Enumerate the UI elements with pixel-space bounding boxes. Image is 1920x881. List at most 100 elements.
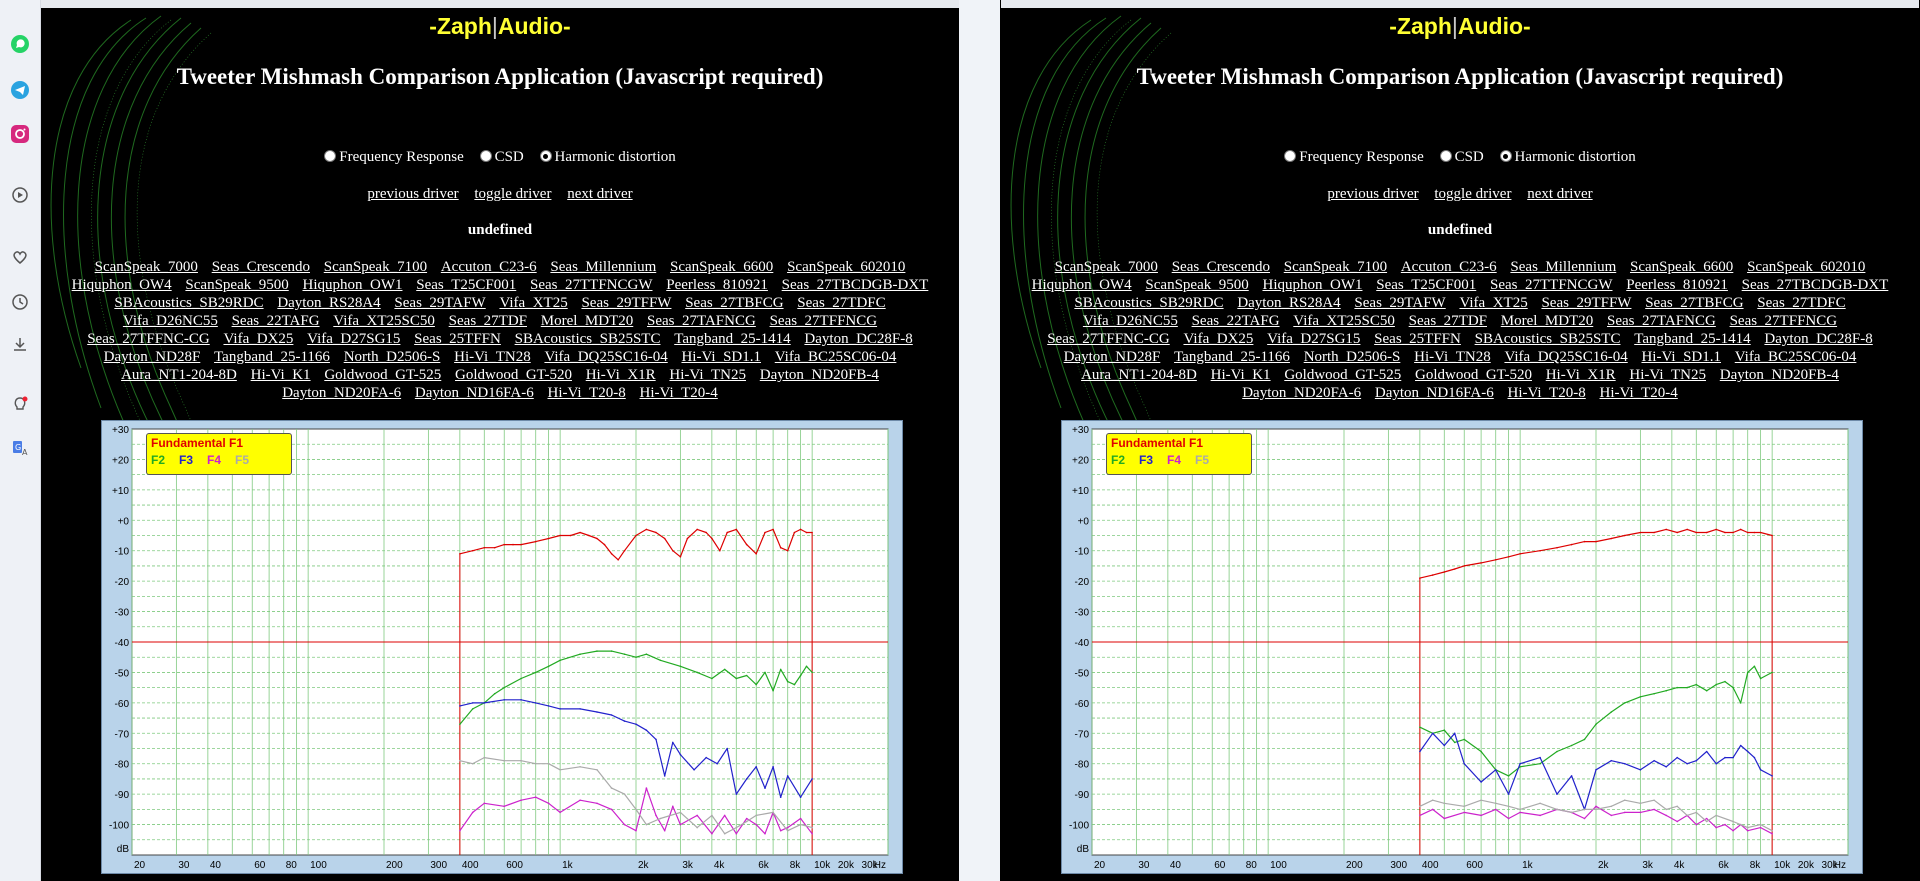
- radio-frequency-response[interactable]: [1284, 150, 1297, 162]
- mode-frequency-response[interactable]: Frequency Response: [324, 149, 464, 166]
- telegram-icon[interactable]: [10, 80, 30, 100]
- heart-icon[interactable]: [10, 247, 30, 267]
- driver-link[interactable]: Seas_29TFFW: [581, 295, 671, 311]
- site-logo[interactable]: -Zaph|Audio-: [41, 13, 959, 40]
- instagram-icon[interactable]: [10, 124, 30, 144]
- driver-link[interactable]: Vifa_D26NC55: [1083, 313, 1178, 329]
- mode-harmonic-distortion[interactable]: Harmonic distortion: [539, 149, 676, 166]
- driver-link[interactable]: Goldwood_GT-525: [1284, 367, 1401, 383]
- driver-link[interactable]: Seas_27TTFNCGW: [1490, 277, 1613, 293]
- driver-link[interactable]: North_D2506-S: [1304, 349, 1401, 365]
- driver-link[interactable]: Hi-Vi_K1: [1211, 367, 1271, 383]
- driver-link[interactable]: SBAcoustics_SB29RDC: [1074, 295, 1223, 311]
- radio-csd[interactable]: [479, 150, 492, 162]
- radio-csd[interactable]: [1439, 150, 1452, 162]
- driver-link[interactable]: Hi-Vi_T20-8: [548, 385, 626, 401]
- driver-link[interactable]: Seas_29TFFW: [1541, 295, 1631, 311]
- driver-link[interactable]: Hi-Vi_T20-4: [640, 385, 718, 401]
- driver-link[interactable]: Vifa_BC25SC06-04: [1735, 349, 1857, 365]
- driver-link[interactable]: Hi-Vi_T20-8: [1508, 385, 1586, 401]
- driver-link[interactable]: Goldwood_GT-525: [324, 367, 441, 383]
- driver-link[interactable]: Morel_MDT20: [1501, 313, 1594, 329]
- driver-link[interactable]: ScanSpeak_7100: [1284, 259, 1387, 275]
- driver-link[interactable]: Tangband_25-1414: [674, 331, 790, 347]
- driver-link[interactable]: Seas_25TFFN: [414, 331, 501, 347]
- driver-link[interactable]: Hiquphon_OW4: [1032, 277, 1132, 293]
- driver-link[interactable]: Seas_27TTFNCGW: [530, 277, 653, 293]
- driver-link[interactable]: Seas_Millennium: [1510, 259, 1616, 275]
- driver-link[interactable]: Tangband_25-1166: [214, 349, 330, 365]
- driver-link[interactable]: Goldwood_GT-520: [455, 367, 572, 383]
- next-driver-link[interactable]: next driver: [1527, 186, 1592, 202]
- download-icon[interactable]: [10, 334, 30, 354]
- previous-driver-link[interactable]: previous driver: [367, 186, 458, 202]
- driver-link[interactable]: Tangband_25-1166: [1174, 349, 1290, 365]
- driver-link[interactable]: Accuton_C23-6: [441, 259, 537, 275]
- driver-link[interactable]: Seas_27TFFNCG: [1730, 313, 1838, 329]
- driver-link[interactable]: Vifa_DX25: [1183, 331, 1253, 347]
- driver-link[interactable]: Hi-Vi_K1: [251, 367, 311, 383]
- mode-csd[interactable]: CSD: [479, 149, 524, 166]
- driver-link[interactable]: ScanSpeak_6600: [670, 259, 773, 275]
- driver-link[interactable]: Seas_27TFFNCG: [770, 313, 878, 329]
- driver-link[interactable]: Hi-Vi_SD1.1: [1641, 349, 1721, 365]
- driver-link[interactable]: Dayton_DC28F-8: [1764, 331, 1872, 347]
- driver-link[interactable]: Vifa_BC25SC06-04: [775, 349, 897, 365]
- toggle-driver-link[interactable]: toggle driver: [1434, 186, 1511, 202]
- driver-link[interactable]: ScanSpeak_602010: [787, 259, 905, 275]
- driver-link[interactable]: Hi-Vi_TN25: [669, 367, 746, 383]
- driver-link[interactable]: Seas_27TBCDGB-DXT: [782, 277, 929, 293]
- driver-link[interactable]: Dayton_ND20FB-4: [760, 367, 879, 383]
- driver-link[interactable]: SBAcoustics_SB25STC: [515, 331, 661, 347]
- next-driver-link[interactable]: next driver: [567, 186, 632, 202]
- driver-link[interactable]: North_D2506-S: [344, 349, 441, 365]
- driver-link[interactable]: Hiquphon_OW1: [302, 277, 402, 293]
- translate-icon[interactable]: GA: [10, 438, 30, 458]
- driver-link[interactable]: Seas_27TAFNCG: [647, 313, 756, 329]
- driver-link[interactable]: Hi-Vi_X1R: [586, 367, 656, 383]
- driver-link[interactable]: Seas_T25CF001: [1376, 277, 1476, 293]
- driver-link[interactable]: SBAcoustics_SB29RDC: [114, 295, 263, 311]
- driver-link[interactable]: Seas_27TFFNC-CG: [87, 331, 210, 347]
- driver-link[interactable]: Seas_27TDF: [449, 313, 527, 329]
- driver-link[interactable]: Tangband_25-1414: [1634, 331, 1750, 347]
- toggle-driver-link[interactable]: toggle driver: [474, 186, 551, 202]
- driver-link[interactable]: Seas_27TBFCG: [1645, 295, 1743, 311]
- driver-link[interactable]: Seas_22TAFG: [232, 313, 320, 329]
- driver-link[interactable]: Seas_29TAFW: [1354, 295, 1445, 311]
- site-logo[interactable]: -Zaph|Audio-: [1001, 13, 1919, 40]
- driver-link[interactable]: Seas_T25CF001: [416, 277, 516, 293]
- mode-csd[interactable]: CSD: [1439, 149, 1484, 166]
- driver-link[interactable]: Hi-Vi_TN25: [1629, 367, 1706, 383]
- driver-link[interactable]: Hiquphon_OW1: [1262, 277, 1362, 293]
- driver-link[interactable]: ScanSpeak_6600: [1630, 259, 1733, 275]
- mode-frequency-response[interactable]: Frequency Response: [1284, 149, 1424, 166]
- driver-link[interactable]: Vifa_XT25SC50: [1293, 313, 1395, 329]
- driver-link[interactable]: Seas_Crescendo: [1172, 259, 1270, 275]
- mode-harmonic-distortion[interactable]: Harmonic distortion: [1499, 149, 1636, 166]
- driver-link[interactable]: Dayton_ND20FA-6: [282, 385, 401, 401]
- driver-link[interactable]: Dayton_ND20FA-6: [1242, 385, 1361, 401]
- driver-link[interactable]: Seas_27TDF: [1409, 313, 1487, 329]
- driver-link[interactable]: Vifa_XT25: [499, 295, 567, 311]
- driver-link[interactable]: Seas_22TAFG: [1192, 313, 1280, 329]
- driver-link[interactable]: Hiquphon_OW4: [72, 277, 172, 293]
- driver-link[interactable]: Vifa_D27SG15: [1267, 331, 1360, 347]
- driver-link[interactable]: Seas_27TBFCG: [685, 295, 783, 311]
- driver-link[interactable]: Vifa_DX25: [223, 331, 293, 347]
- driver-link[interactable]: Dayton_ND28F: [1064, 349, 1161, 365]
- driver-link[interactable]: Dayton_RS28A4: [277, 295, 380, 311]
- play-circle-icon[interactable]: [10, 185, 30, 205]
- whatsapp-icon[interactable]: [10, 34, 30, 54]
- driver-link[interactable]: Peerless_810921: [666, 277, 768, 293]
- driver-link[interactable]: Hi-Vi_T20-4: [1600, 385, 1678, 401]
- driver-link[interactable]: ScanSpeak_7000: [1055, 259, 1158, 275]
- driver-link[interactable]: Seas_27TDFC: [797, 295, 885, 311]
- driver-link[interactable]: Vifa_DQ25SC16-04: [544, 349, 667, 365]
- driver-link[interactable]: Vifa_D27SG15: [307, 331, 400, 347]
- radio-harmonic-distortion[interactable]: [1499, 150, 1512, 162]
- driver-link[interactable]: Hi-Vi_TN28: [1414, 349, 1491, 365]
- driver-link[interactable]: Dayton_RS28A4: [1237, 295, 1340, 311]
- driver-link[interactable]: Seas_27TFFNC-CG: [1047, 331, 1170, 347]
- driver-link[interactable]: Hi-Vi_TN28: [454, 349, 531, 365]
